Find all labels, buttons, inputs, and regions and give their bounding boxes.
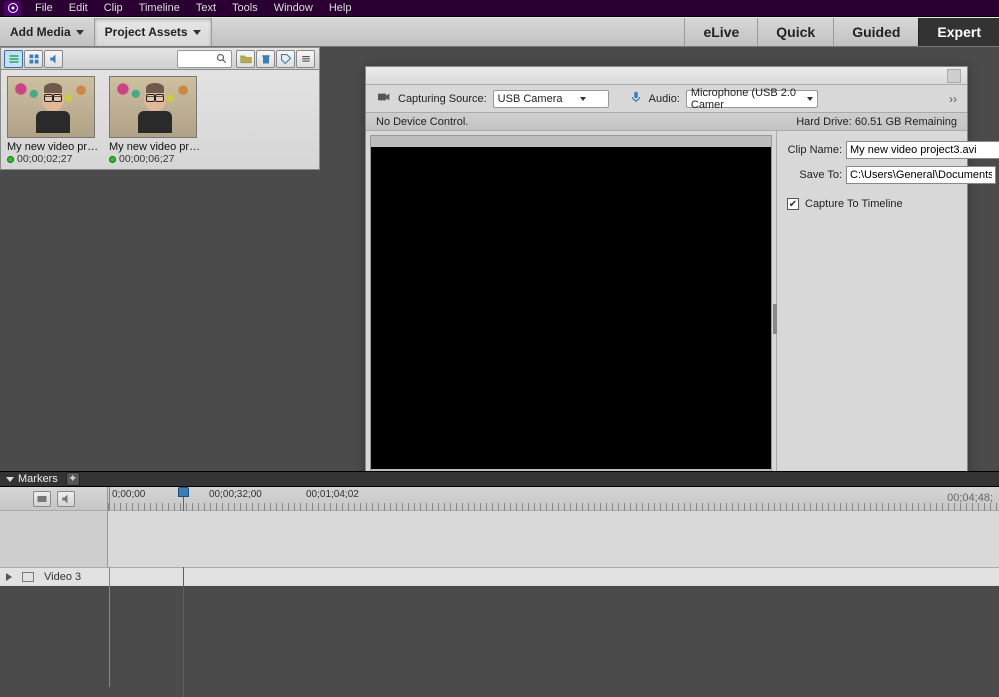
asset-name: My new video pro… xyxy=(109,141,201,153)
hd-remaining-text: Hard Drive: 60.51 GB Remaining xyxy=(796,116,957,128)
tab-quick[interactable]: Quick xyxy=(757,18,833,46)
search-icon xyxy=(216,53,228,65)
asset-item[interactable]: My new video pro… 00;00;02;27 xyxy=(7,76,99,163)
tab-guided[interactable]: Guided xyxy=(833,18,918,46)
menu-window[interactable]: Window xyxy=(266,0,321,16)
project-assets-button[interactable]: Project Assets xyxy=(95,18,212,46)
caret-down-icon xyxy=(807,97,813,101)
caret-down-icon xyxy=(193,30,201,35)
project-assets-label: Project Assets xyxy=(105,25,188,39)
ruler-tick: 0;00;00 xyxy=(112,489,145,500)
clip-name-input[interactable] xyxy=(846,141,999,159)
preview-black xyxy=(371,147,771,469)
menu-help[interactable]: Help xyxy=(321,0,360,16)
delete-button[interactable] xyxy=(256,50,275,68)
caret-down-icon[interactable] xyxy=(6,477,14,482)
save-to-input[interactable] xyxy=(846,166,996,184)
menu-text[interactable]: Text xyxy=(188,0,224,16)
track-content-area[interactable] xyxy=(108,511,999,567)
preview-frame xyxy=(370,135,772,473)
menu-file[interactable]: File xyxy=(27,0,61,16)
project-assets-panel: My new video pro… 00;00;02;27 My new vid… xyxy=(0,47,320,170)
save-to-label: Save To: xyxy=(787,169,842,181)
track-toggle-icon[interactable] xyxy=(22,572,34,582)
audio-label: Audio: xyxy=(649,93,680,105)
no-device-text: No Device Control. xyxy=(376,116,468,128)
microphone-icon xyxy=(629,90,643,107)
new-folder-button[interactable] xyxy=(236,50,255,68)
menu-tools[interactable]: Tools xyxy=(224,0,266,16)
menu-clip[interactable]: Clip xyxy=(96,0,131,16)
assets-search[interactable] xyxy=(177,50,232,68)
clip-name-label: Clip Name: xyxy=(787,144,842,156)
capturing-source-label: Capturing Source: xyxy=(398,93,487,105)
add-media-button[interactable]: Add Media xyxy=(0,18,95,46)
capture-preview-pane xyxy=(366,131,776,477)
ruler-tick-marks xyxy=(108,503,999,511)
asset-thumbnail xyxy=(7,76,95,138)
camera-icon xyxy=(376,89,392,108)
status-dot-icon xyxy=(109,156,116,163)
source-select[interactable]: USB Camera xyxy=(493,90,609,108)
timeline-header-left xyxy=(0,487,108,510)
menu-edit[interactable]: Edit xyxy=(61,0,96,16)
tag-button[interactable] xyxy=(276,50,295,68)
playhead-cap-icon xyxy=(178,487,189,497)
assets-toolbar xyxy=(0,47,320,70)
capture-status-bar: No Device Control. Hard Drive: 60.51 GB … xyxy=(366,113,967,131)
markers-label: Markers xyxy=(18,473,58,485)
workspace-ribbon: Add Media Project Assets eLive Quick Gui… xyxy=(0,17,999,47)
assets-grid: My new video pro… 00;00;02;27 My new vid… xyxy=(0,70,320,170)
assets-search-input[interactable] xyxy=(180,53,216,65)
add-media-label: Add Media xyxy=(10,25,71,39)
playhead[interactable] xyxy=(178,487,189,511)
capture-titlebar[interactable] xyxy=(366,67,967,85)
status-dot-icon xyxy=(7,156,14,163)
menu-timeline[interactable]: Timeline xyxy=(131,0,188,16)
panel-menu-button[interactable] xyxy=(296,50,315,68)
timeline-end-timecode: 00;04;48; xyxy=(947,492,993,504)
audio-select[interactable]: Microphone (USB 2.0 Camer xyxy=(686,90,818,108)
toggle-video-track-button[interactable] xyxy=(33,491,51,507)
filter-audio-button[interactable] xyxy=(44,50,63,68)
capture-controls-bar: Capturing Source: USB Camera Audio: Micr… xyxy=(366,85,967,113)
asset-timecode: 00;00;06;27 xyxy=(119,153,174,165)
markers-bar: Markers ✦ xyxy=(0,471,999,487)
asset-item[interactable]: My new video pro… 00;00;06;27 xyxy=(109,76,201,163)
asset-timecode: 00;00;02;27 xyxy=(17,153,72,165)
tab-expert[interactable]: Expert xyxy=(918,18,999,46)
toggle-audio-track-button[interactable] xyxy=(57,491,75,507)
pane-resize-grip[interactable] xyxy=(773,304,777,334)
source-value: USB Camera xyxy=(498,93,563,105)
view-grid-button[interactable] xyxy=(24,50,43,68)
caret-down-icon xyxy=(76,30,84,35)
expand-track-icon[interactable] xyxy=(6,573,12,581)
app-menubar: File Edit Clip Timeline Text Tools Windo… xyxy=(0,0,999,17)
capture-to-timeline-checkbox[interactable]: ✔ Capture To Timeline xyxy=(787,198,999,210)
timeline-panel: 0;00;00 00;00;32;00 00;01;04;02 Video 3 xyxy=(0,487,999,586)
capture-to-timeline-label: Capture To Timeline xyxy=(805,198,903,210)
asset-name: My new video pro… xyxy=(7,141,99,153)
asset-thumbnail xyxy=(109,76,197,138)
ruler-tick: 00;01;04;02 xyxy=(306,489,359,500)
capture-side-pane: Clip Name: Save To: ✔ Capture To Timelin… xyxy=(776,131,999,477)
add-marker-button[interactable]: ✦ xyxy=(66,472,80,486)
close-icon[interactable] xyxy=(947,69,961,83)
view-list-button[interactable] xyxy=(4,50,23,68)
track-header-area xyxy=(0,511,108,567)
capture-window: Capturing Source: USB Camera Audio: Micr… xyxy=(365,66,968,506)
caret-down-icon xyxy=(580,97,586,101)
tab-elive[interactable]: eLive xyxy=(684,18,757,46)
app-logo-icon xyxy=(4,1,21,16)
expand-icon[interactable]: ›› xyxy=(949,92,957,106)
ruler-tick: 00;00;32;00 xyxy=(209,489,262,500)
timeline-footer: Video 3 xyxy=(0,567,999,585)
checkbox-icon: ✔ xyxy=(787,198,799,210)
audio-value: Microphone (USB 2.0 Camer xyxy=(691,87,803,111)
timeline-ruler[interactable]: 0;00;00 00;00;32;00 00;01;04;02 xyxy=(108,487,999,510)
track-label: Video 3 xyxy=(44,571,81,583)
